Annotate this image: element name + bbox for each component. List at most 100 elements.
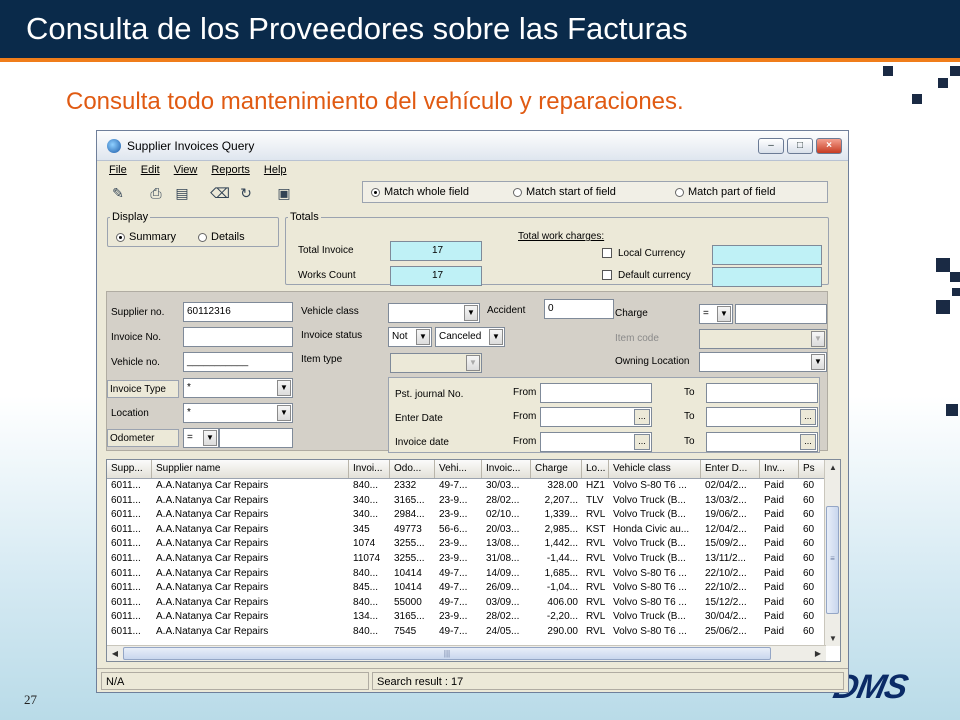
invoice-date-label: Invoice date xyxy=(395,437,449,448)
table-cell: TLV xyxy=(586,494,604,506)
table-cell: A.A.Natanya Car Repairs xyxy=(156,509,269,521)
vehicle-class-select[interactable]: ▼ xyxy=(388,303,480,323)
charge-input[interactable] xyxy=(735,304,827,324)
table-row[interactable]: 6011... A.A.Natanya Car Repairs 340... 3165… xyxy=(107,495,826,510)
display-details-radio[interactable]: Details xyxy=(198,231,245,243)
pst-journal-from-input[interactable] xyxy=(540,383,652,403)
column-header[interactable]: Invoi... xyxy=(349,460,390,478)
chevron-down-icon[interactable]: ▼ xyxy=(811,354,825,370)
table-cell: 1074 xyxy=(353,538,376,550)
column-header[interactable]: Supplier name xyxy=(152,460,349,478)
vehicle-no-input[interactable]: ___________ xyxy=(183,352,293,372)
chevron-down-icon[interactable]: ▼ xyxy=(717,306,731,322)
column-header[interactable]: Supp... xyxy=(107,460,152,478)
enter-date-from-input[interactable]: ... xyxy=(540,407,652,427)
invoice-type-select[interactable]: * ▼ xyxy=(183,378,293,398)
invoice-date-from-input[interactable]: ... xyxy=(540,432,652,452)
column-header[interactable]: Vehicle class xyxy=(609,460,701,478)
close-button[interactable]: × xyxy=(816,138,842,154)
table-row[interactable]: 6011... A.A.Natanya Car Repairs 840... 5500… xyxy=(107,597,826,612)
column-header[interactable]: Invoic... xyxy=(482,460,531,478)
minimize-button[interactable]: – xyxy=(758,138,784,154)
chevron-down-icon[interactable]: ▼ xyxy=(811,331,825,347)
pst-journal-to-input[interactable] xyxy=(706,383,818,403)
scroll-left-icon[interactable]: ◀ xyxy=(107,646,123,661)
owning-location-select[interactable]: ▼ xyxy=(699,352,827,372)
date-picker-button[interactable]: ... xyxy=(800,434,816,450)
match-part-field-radio[interactable]: Match part of field xyxy=(675,186,775,198)
menu-help[interactable]: Help xyxy=(264,164,287,176)
date-picker-button[interactable]: ... xyxy=(800,409,816,425)
table-row[interactable]: 6011... A.A.Natanya Car Repairs 345 49773 56… xyxy=(107,524,826,539)
match-start-field-radio[interactable]: Match start of field xyxy=(513,186,616,198)
column-header[interactable]: Vehi... xyxy=(435,460,482,478)
grid-vertical-scrollbar[interactable]: ▲ ≡ ▼ xyxy=(824,460,840,646)
default-currency-checkbox[interactable]: Default currency xyxy=(602,270,691,281)
invoice-date-to-input[interactable]: ... xyxy=(706,432,818,452)
scroll-up-icon[interactable]: ▲ xyxy=(825,460,840,475)
column-header[interactable]: Odo... xyxy=(390,460,435,478)
table-row[interactable]: 6011... A.A.Natanya Car Repairs 1074 3255..… xyxy=(107,538,826,553)
item-type-select[interactable]: ▼ xyxy=(390,353,482,373)
enter-date-to-input[interactable]: ... xyxy=(706,407,818,427)
date-picker-button[interactable]: ... xyxy=(634,409,650,425)
column-header[interactable]: Ps xyxy=(799,460,826,478)
table-row[interactable]: 6011... A.A.Natanya Car Repairs 840... 7545… xyxy=(107,626,826,641)
invoice-no-input[interactable] xyxy=(183,327,293,347)
print-preview-icon[interactable]: ▤ xyxy=(171,182,193,204)
table-row[interactable]: 6011... A.A.Natanya Car Repairs 134... 3165… xyxy=(107,611,826,626)
location-select[interactable]: * ▼ xyxy=(183,403,293,423)
maximize-button[interactable]: □ xyxy=(787,138,813,154)
item-code-select[interactable]: ▼ xyxy=(699,329,827,349)
odometer-operator-select[interactable]: = ▼ xyxy=(183,428,219,448)
table-cell: 15/09/2... xyxy=(705,538,747,550)
date-picker-button[interactable]: ... xyxy=(634,434,650,450)
table-cell: 340... xyxy=(353,494,379,506)
chevron-down-icon[interactable]: ▼ xyxy=(277,405,291,421)
chevron-down-icon[interactable]: ▼ xyxy=(466,355,480,371)
table-cell: RVL xyxy=(586,538,606,550)
table-row[interactable]: 6011... A.A.Natanya Car Repairs 340... 2984… xyxy=(107,509,826,524)
chevron-down-icon[interactable]: ▼ xyxy=(416,329,430,345)
invoice-status-select[interactable]: Canceled ▼ xyxy=(435,327,505,347)
table-row[interactable]: 6011... A.A.Natanya Car Repairs 845... 1041… xyxy=(107,582,826,597)
table-cell: Paid xyxy=(764,538,785,550)
scroll-thumb[interactable]: ||| xyxy=(123,647,771,660)
table-row[interactable]: 6011... A.A.Natanya Car Repairs 11074 3255.… xyxy=(107,553,826,568)
scroll-right-icon[interactable]: ▶ xyxy=(810,646,826,661)
charge-operator-select[interactable]: = ▼ xyxy=(699,304,733,324)
chevron-down-icon[interactable]: ▼ xyxy=(464,305,478,321)
table-cell: 840... xyxy=(353,480,379,491)
chevron-down-icon[interactable]: ▼ xyxy=(489,329,503,345)
scroll-thumb[interactable]: ≡ xyxy=(826,506,839,614)
menu-file[interactable]: File xyxy=(109,164,127,176)
print-icon[interactable]: ⎙ xyxy=(145,182,167,204)
display-summary-radio[interactable]: Summary xyxy=(116,231,176,243)
supplier-no-input[interactable]: 60112316 xyxy=(183,302,293,322)
column-header[interactable]: Inv... xyxy=(760,460,799,478)
menu-reports[interactable]: Reports xyxy=(211,164,250,176)
table-cell: Paid xyxy=(764,611,785,623)
invoice-status-operator-select[interactable]: Not ▼ xyxy=(388,327,432,347)
match-whole-field-radio[interactable]: Match whole field xyxy=(371,186,469,198)
refresh-icon[interactable]: ↻ xyxy=(235,182,257,204)
export-icon[interactable]: ▣ xyxy=(273,182,295,204)
odometer-input[interactable] xyxy=(219,428,293,448)
menu-edit[interactable]: Edit xyxy=(141,164,160,176)
grid-horizontal-scrollbar[interactable]: ◀ ||| ▶ xyxy=(107,645,826,661)
table-row[interactable]: 6011... A.A.Natanya Car Repairs 840... 1041… xyxy=(107,568,826,583)
chevron-down-icon[interactable]: ▼ xyxy=(203,430,217,446)
scroll-down-icon[interactable]: ▼ xyxy=(825,631,840,646)
column-header[interactable]: Enter D... xyxy=(701,460,760,478)
accident-input[interactable]: 0 xyxy=(544,299,614,319)
query-icon[interactable]: ✎ xyxy=(107,182,129,204)
clear-broom-icon[interactable]: ⌫ xyxy=(209,182,231,204)
table-row[interactable]: 6011... A.A.Natanya Car Repairs 840... 2332… xyxy=(107,480,826,495)
column-header[interactable]: Lo... xyxy=(582,460,609,478)
chevron-down-icon[interactable]: ▼ xyxy=(277,380,291,396)
table-cell: 406.00 xyxy=(547,596,578,608)
local-currency-checkbox[interactable]: Local Currency xyxy=(602,248,685,259)
menu-view[interactable]: View xyxy=(174,164,198,176)
window-titlebar[interactable]: Supplier Invoices Query – □ × xyxy=(97,131,848,161)
column-header[interactable]: Charge xyxy=(531,460,582,478)
